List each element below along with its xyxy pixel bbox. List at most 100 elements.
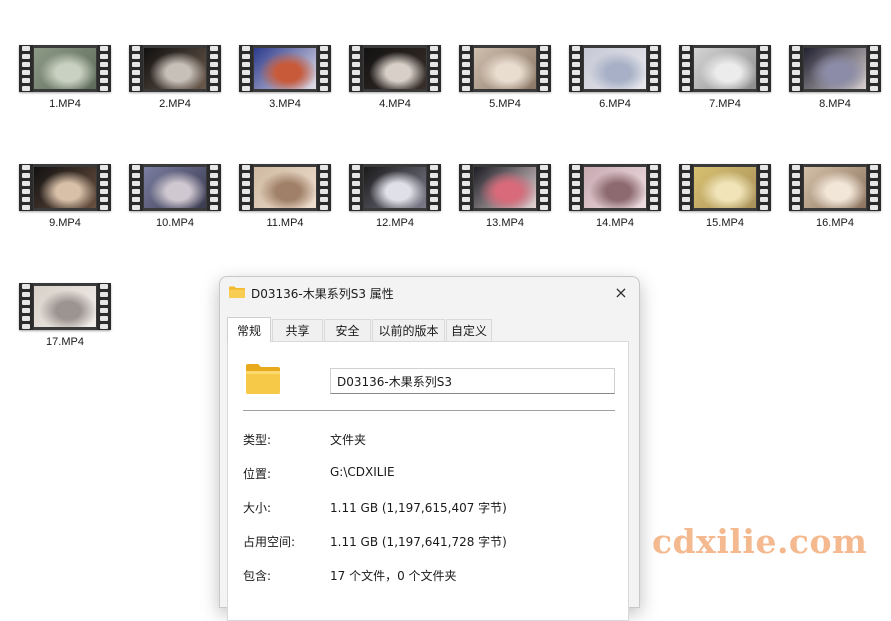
- film-strip-icon: [97, 164, 111, 211]
- video-thumbnail: [679, 164, 771, 211]
- thumbnail-image: [144, 48, 206, 89]
- watermark: cdxilie.com: [652, 522, 868, 561]
- video-thumbnail: [129, 45, 221, 92]
- close-button[interactable]: ×: [603, 277, 639, 307]
- video-file-item[interactable]: 4.MP4: [340, 0, 450, 110]
- file-name-label: 3.MP4: [269, 98, 301, 110]
- film-strip-icon: [569, 45, 583, 92]
- video-thumbnail: [19, 45, 111, 92]
- film-strip-icon: [239, 45, 253, 92]
- video-file-item[interactable]: 16.MP4: [780, 119, 890, 229]
- thumbnail-image: [804, 167, 866, 208]
- file-name-label: 6.MP4: [599, 98, 631, 110]
- file-name-label: 17.MP4: [46, 336, 84, 348]
- video-thumbnail: [459, 164, 551, 211]
- file-name-label: 8.MP4: [819, 98, 851, 110]
- video-file-item[interactable]: 1.MP4: [10, 0, 120, 110]
- video-file-item[interactable]: 12.MP4: [340, 119, 450, 229]
- video-file-item[interactable]: 6.MP4: [560, 0, 670, 110]
- properties-dialog: D03136-木果系列S3 属性 × 常规 共享 安全 以前的版本 自定义 D0…: [219, 276, 640, 621]
- film-strip-icon: [349, 164, 363, 211]
- film-strip-icon: [647, 45, 661, 92]
- file-name-label: 7.MP4: [709, 98, 741, 110]
- film-strip-icon: [207, 164, 221, 211]
- film-strip-icon: [19, 45, 33, 92]
- video-file-item[interactable]: 5.MP4: [450, 0, 560, 110]
- folder-icon: [229, 286, 245, 298]
- file-name-label: 13.MP4: [486, 217, 524, 229]
- file-name-label: 15.MP4: [706, 217, 744, 229]
- film-strip-icon: [679, 164, 693, 211]
- thumbnail-image: [584, 167, 646, 208]
- film-strip-icon: [647, 164, 661, 211]
- video-thumbnail: [789, 45, 881, 92]
- thumbnail-image: [34, 286, 96, 327]
- video-file-item[interactable]: 10.MP4: [120, 119, 230, 229]
- file-name-label: 14.MP4: [596, 217, 634, 229]
- tab-customize[interactable]: 自定义: [446, 319, 492, 341]
- film-strip-icon: [317, 45, 331, 92]
- general-panel: D03136-木果系列S3 类型: 文件夹 位置: G:\CDXILIE 大小:…: [227, 341, 629, 621]
- tab-sharing[interactable]: 共享: [272, 319, 323, 341]
- video-thumbnail: [679, 45, 771, 92]
- film-strip-icon: [427, 164, 441, 211]
- film-strip-icon: [789, 45, 803, 92]
- film-strip-icon: [97, 283, 111, 330]
- thumbnail-image: [694, 167, 756, 208]
- tab-bar: 常规 共享 安全 以前的版本 自定义: [227, 317, 632, 342]
- film-strip-icon: [129, 164, 143, 211]
- thumbnail-image: [694, 48, 756, 89]
- video-thumbnail: [239, 164, 331, 211]
- file-name-label: 5.MP4: [489, 98, 521, 110]
- divider: [243, 410, 615, 411]
- video-file-item[interactable]: 14.MP4: [560, 119, 670, 229]
- video-file-item[interactable]: 2.MP4: [120, 0, 230, 110]
- video-file-item[interactable]: 17.MP4: [10, 238, 120, 348]
- video-file-item[interactable]: 9.MP4: [10, 119, 120, 229]
- tab-general[interactable]: 常规: [227, 317, 271, 342]
- film-strip-icon: [537, 45, 551, 92]
- dialog-titlebar[interactable]: D03136-木果系列S3 属性 ×: [220, 277, 639, 309]
- tab-security[interactable]: 安全: [324, 319, 371, 341]
- video-file-item[interactable]: 7.MP4: [670, 0, 780, 110]
- file-name-label: 10.MP4: [156, 217, 194, 229]
- video-thumbnail: [19, 164, 111, 211]
- folder-name-input[interactable]: D03136-木果系列S3: [330, 368, 615, 394]
- film-strip-icon: [867, 164, 881, 211]
- dialog-title: D03136-木果系列S3 属性: [251, 287, 394, 301]
- video-file-item[interactable]: 8.MP4: [780, 0, 890, 110]
- file-name-label: 4.MP4: [379, 98, 411, 110]
- close-icon: ×: [614, 282, 628, 302]
- thumbnail-image: [804, 48, 866, 89]
- thumbnail-image: [474, 48, 536, 89]
- film-strip-icon: [679, 45, 693, 92]
- video-thumbnail: [349, 164, 441, 211]
- video-thumbnail: [459, 45, 551, 92]
- video-thumbnail: [569, 45, 661, 92]
- video-file-item[interactable]: 13.MP4: [450, 119, 560, 229]
- video-file-item[interactable]: 3.MP4: [230, 0, 340, 110]
- file-name-label: 16.MP4: [816, 217, 854, 229]
- file-name-label: 9.MP4: [49, 217, 81, 229]
- video-thumbnail: [129, 164, 221, 211]
- tab-previous-versions[interactable]: 以前的版本: [372, 319, 445, 341]
- file-name-label: 11.MP4: [266, 217, 304, 229]
- file-name-label: 2.MP4: [159, 98, 191, 110]
- video-file-item[interactable]: 15.MP4: [670, 119, 780, 229]
- video-thumbnail: [569, 164, 661, 211]
- film-strip-icon: [207, 45, 221, 92]
- thumbnail-image: [584, 48, 646, 89]
- film-strip-icon: [867, 45, 881, 92]
- thumbnail-image: [364, 167, 426, 208]
- video-file-item[interactable]: 11.MP4: [230, 119, 340, 229]
- video-thumbnail: [239, 45, 331, 92]
- thumbnail-image: [474, 167, 536, 208]
- film-strip-icon: [349, 45, 363, 92]
- thumbnail-image: [34, 48, 96, 89]
- film-strip-icon: [459, 164, 473, 211]
- thumbnail-image: [254, 48, 316, 89]
- video-thumbnail: [19, 283, 111, 330]
- thumbnail-image: [364, 48, 426, 89]
- film-strip-icon: [569, 164, 583, 211]
- film-strip-icon: [129, 45, 143, 92]
